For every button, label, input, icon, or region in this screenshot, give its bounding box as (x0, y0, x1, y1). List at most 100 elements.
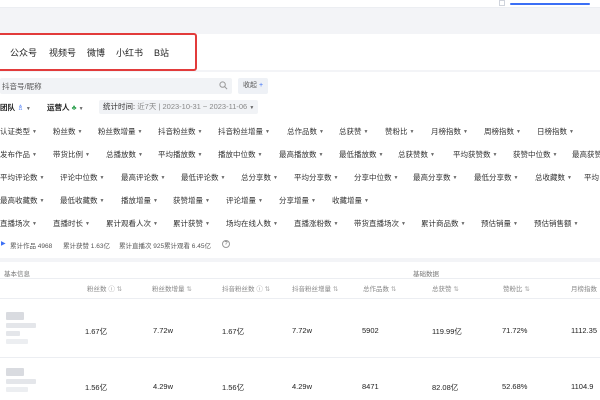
filter-max-favorites[interactable]: 最高收藏数 ▼ (0, 195, 44, 206)
filter-total-favorites[interactable]: 总收藏数 ▼ (535, 172, 572, 183)
filter-avg-plays[interactable]: 平均播放数 ▼ (158, 149, 202, 160)
topbar-checkbox-icon[interactable] (499, 0, 505, 6)
search-icon[interactable] (219, 81, 228, 90)
filter-median-plays[interactable]: 播放中位数 ▼ (218, 149, 262, 160)
filter-daily-index[interactable]: 日榜指数 ▼ (537, 126, 574, 137)
filter-total-live-likes[interactable]: 累计获赞 ▼ (173, 218, 210, 229)
collapse-button[interactable]: 收起 + (238, 78, 269, 94)
user-icon: ♣ (71, 103, 77, 112)
column-header-like-fan-ratio[interactable]: 赞粉比 ⇅ (503, 283, 530, 293)
filter-total-shares[interactable]: 总分享数 ▼ (241, 172, 278, 183)
filter-max-shares[interactable]: 最高分享数 ▼ (413, 172, 457, 183)
filter-min-plays[interactable]: 最低播放数 ▼ (339, 149, 383, 160)
column-header-total-likes[interactable]: 总获赞 ⇅ (432, 283, 459, 293)
filter-avg-comments[interactable]: 平均评论数 ▼ (0, 172, 44, 183)
divider (0, 298, 600, 299)
cell-total-works: 8471 (362, 382, 379, 391)
top-bar (0, 0, 600, 8)
cell-douyin-fans-increment: 4.29w (292, 382, 313, 391)
search-placeholder: 抖音号/昵称 (2, 82, 42, 91)
cell-fans-increment: 4.29w (153, 382, 174, 391)
filter-avg-likes[interactable]: 平均获赞数 ▼ (453, 149, 497, 160)
column-header-fans-increment[interactable]: 粉丝数增量 ⇅ (152, 283, 192, 293)
filter-share-increment[interactable]: 分享增量 ▼ (279, 195, 316, 206)
filter-total-works[interactable]: 总作品数 ▼ (287, 126, 324, 137)
filter-like-fan-ratio[interactable]: 赞粉比 ▼ (385, 126, 414, 137)
id-blurred (6, 387, 28, 392)
filter-play-increment[interactable]: 播放增量 ▼ (121, 195, 158, 206)
name-blurred (6, 323, 36, 328)
filter-median-shares[interactable]: 分享中位数 ▼ (354, 172, 398, 183)
summary-views: 累计观看 6.45亿 (164, 243, 211, 250)
sort-icon: ⇅ (332, 286, 339, 293)
filter-total-products[interactable]: 累计商品数 ▼ (421, 218, 465, 229)
filter-estimated-sales-volume[interactable]: 预估销量 ▼ (481, 218, 518, 229)
sort-icon: ⇅ (524, 286, 530, 293)
help-icon[interactable]: ? (222, 240, 230, 248)
filter-comment-increment[interactable]: 评论增量 ▼ (226, 195, 263, 206)
filter-douyin-fans-increment[interactable]: 抖音粉丝增量 ▼ (218, 126, 270, 137)
filter-median-likes[interactable]: 获赞中位数 ▼ (513, 149, 557, 160)
column-header-douyin-fans-increment[interactable]: 抖音粉丝增量 ⇅ (292, 283, 338, 293)
filter-sales-live-sessions[interactable]: 带货直播场次 ▼ (354, 218, 406, 229)
tag-blurred (6, 339, 28, 344)
filter-avg-favorites[interactable]: 平均 (584, 172, 599, 183)
column-header-monthly-index[interactable]: 月榜指数 (571, 283, 597, 293)
summary-likes: 累计获赞 1.63亿 (63, 243, 110, 250)
filter-min-comments[interactable]: 最低评论数 ▼ (181, 172, 225, 183)
cell-fans: 1.56亿 (85, 383, 108, 392)
chevron-down-icon: ▼ (25, 106, 31, 112)
filter-max-plays[interactable]: 最高播放数 ▼ (279, 149, 323, 160)
filter-min-shares[interactable]: 最低分享数 ▼ (474, 172, 518, 183)
filter-sales-ratio[interactable]: 带货比例 ▼ (53, 149, 90, 160)
search-input[interactable]: 抖音号/昵称 (0, 78, 232, 94)
sort-icon: ⇅ (116, 286, 123, 293)
filter-total-likes[interactable]: 总获赞 ▼ (339, 126, 368, 137)
filter-estimated-sales-amount[interactable]: 预估销售额 ▼ (534, 218, 578, 229)
column-header-fans[interactable]: 粉丝数 ⓘ ⇅ (87, 283, 122, 293)
filter-live-sessions[interactable]: 直播场次 ▼ (0, 218, 37, 229)
filter-total-plays[interactable]: 总播放数 ▼ (106, 149, 143, 160)
divider (0, 278, 600, 279)
id-blurred (6, 331, 20, 336)
filter-avg-shares[interactable]: 平均分享数 ▼ (294, 172, 338, 183)
filter-monthly-index[interactable]: 月榜指数 ▼ (431, 126, 468, 137)
chevron-down-icon: ▼ (78, 106, 84, 112)
name-blurred (6, 379, 36, 384)
filter-max-comments[interactable]: 最高评论数 ▼ (121, 172, 165, 183)
avatar-blurred (6, 312, 24, 320)
collapse-label: 收起 (243, 82, 257, 89)
filter-douyin-fans[interactable]: 抖音粉丝数 ▼ (158, 126, 202, 137)
filter-favorite-increment[interactable]: 收藏增量 ▼ (332, 195, 369, 206)
sort-icon: ⇅ (390, 286, 397, 293)
date-range-picker[interactable]: 统计时间: 近7天 | 2023-10-31 ~ 2023-11-06 ▼ (99, 100, 259, 114)
filter-like-increment[interactable]: 获赞增量 ▼ (173, 195, 210, 206)
caret-right-icon: ▶ (1, 241, 6, 247)
filter-min-favorites[interactable]: 最低收藏数 ▼ (60, 195, 104, 206)
cell-douyin-fans: 1.56亿 (222, 383, 245, 392)
operator-filter[interactable]: 运营人 ♣ ▼ (47, 102, 84, 113)
filter-live-duration[interactable]: 直播时长 ▼ (53, 218, 90, 229)
filter-verification-type[interactable]: 认证类型 ▼ (0, 126, 37, 137)
filter-fans[interactable]: 粉丝数 ▼ (53, 126, 82, 137)
divider (0, 357, 600, 358)
cell-fans: 1.67亿 (85, 327, 108, 336)
filter-fans-increment[interactable]: 粉丝数增量 ▼ (98, 126, 142, 137)
filter-published-works[interactable]: 发布作品 ▼ (0, 149, 37, 160)
filter-total-likes-count[interactable]: 总获赞数 ▼ (398, 149, 435, 160)
filter-total-live-viewers[interactable]: 累计观看人次 ▼ (106, 218, 158, 229)
sort-icon: ⇅ (186, 286, 192, 293)
topbar-accent (499, 0, 600, 6)
column-header-total-works[interactable]: 总作品数 ⇅ (363, 283, 396, 293)
filter-median-comments[interactable]: 评论中位数 ▼ (60, 172, 104, 183)
filter-live-fan-growth[interactable]: 直播涨粉数 ▼ (294, 218, 338, 229)
column-header-douyin-fans[interactable]: 抖音粉丝数 ⓘ ⇅ (222, 283, 270, 293)
filter-avg-online-viewers[interactable]: 场均在线人数 ▼ (226, 218, 278, 229)
team-filter[interactable]: 团队 ♗ ▼ (0, 102, 31, 113)
cell-total-likes: 119.99亿 (432, 327, 462, 336)
cell-total-likes: 82.08亿 (432, 383, 459, 392)
filter-weekly-index[interactable]: 周榜指数 ▼ (484, 126, 521, 137)
avatar-blurred (6, 368, 24, 376)
filter-max-likes[interactable]: 最高获赞 (572, 149, 600, 160)
summary-live: 累计直播次 925 (119, 243, 165, 250)
